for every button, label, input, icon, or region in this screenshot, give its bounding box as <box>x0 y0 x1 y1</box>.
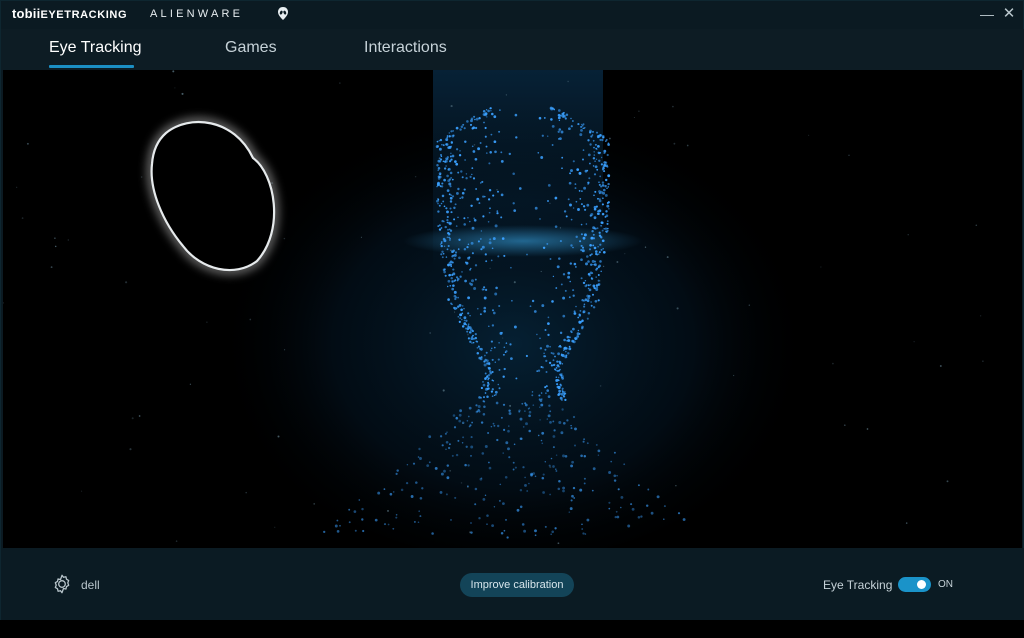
improve-calibration-button[interactable]: Improve calibration <box>460 573 574 597</box>
tracking-visualization <box>3 70 1022 548</box>
tobii-logo: tobiiEYETRACKING <box>12 6 127 21</box>
minimize-button[interactable]: — <box>978 5 996 23</box>
active-tab-indicator <box>49 65 134 68</box>
eye-tracking-toggle-label: Eye Tracking <box>823 578 893 592</box>
eye-tracking-toggle[interactable] <box>898 577 931 592</box>
window-shadow <box>0 620 1024 638</box>
gear-icon[interactable] <box>51 573 73 595</box>
app-window: tobiiEYETRACKING ALIENWARE — ✕ Eye Track… <box>0 0 1024 638</box>
toggle-state-label: ON <box>938 579 953 590</box>
user-profile-name[interactable]: dell <box>81 578 100 592</box>
footer-bar: dell Improve calibration Eye Tracking ON <box>1 548 1024 621</box>
tab-bar: Eye Tracking Games Interactions <box>1 29 1024 70</box>
alien-head-icon <box>278 7 288 20</box>
tab-games[interactable]: Games <box>225 39 277 57</box>
head-particle-visualization <box>3 70 1022 548</box>
brand-suffix: EYETRACKING <box>40 9 128 21</box>
title-bar: tobiiEYETRACKING ALIENWARE — ✕ <box>1 1 1024 29</box>
tab-interactions[interactable]: Interactions <box>364 39 447 57</box>
brand-tobii: tobii <box>12 6 41 21</box>
toggle-knob <box>917 580 926 589</box>
alienware-wordmark: ALIENWARE <box>150 8 244 20</box>
tab-eye-tracking[interactable]: Eye Tracking <box>49 39 141 57</box>
close-button[interactable]: ✕ <box>1000 5 1018 23</box>
